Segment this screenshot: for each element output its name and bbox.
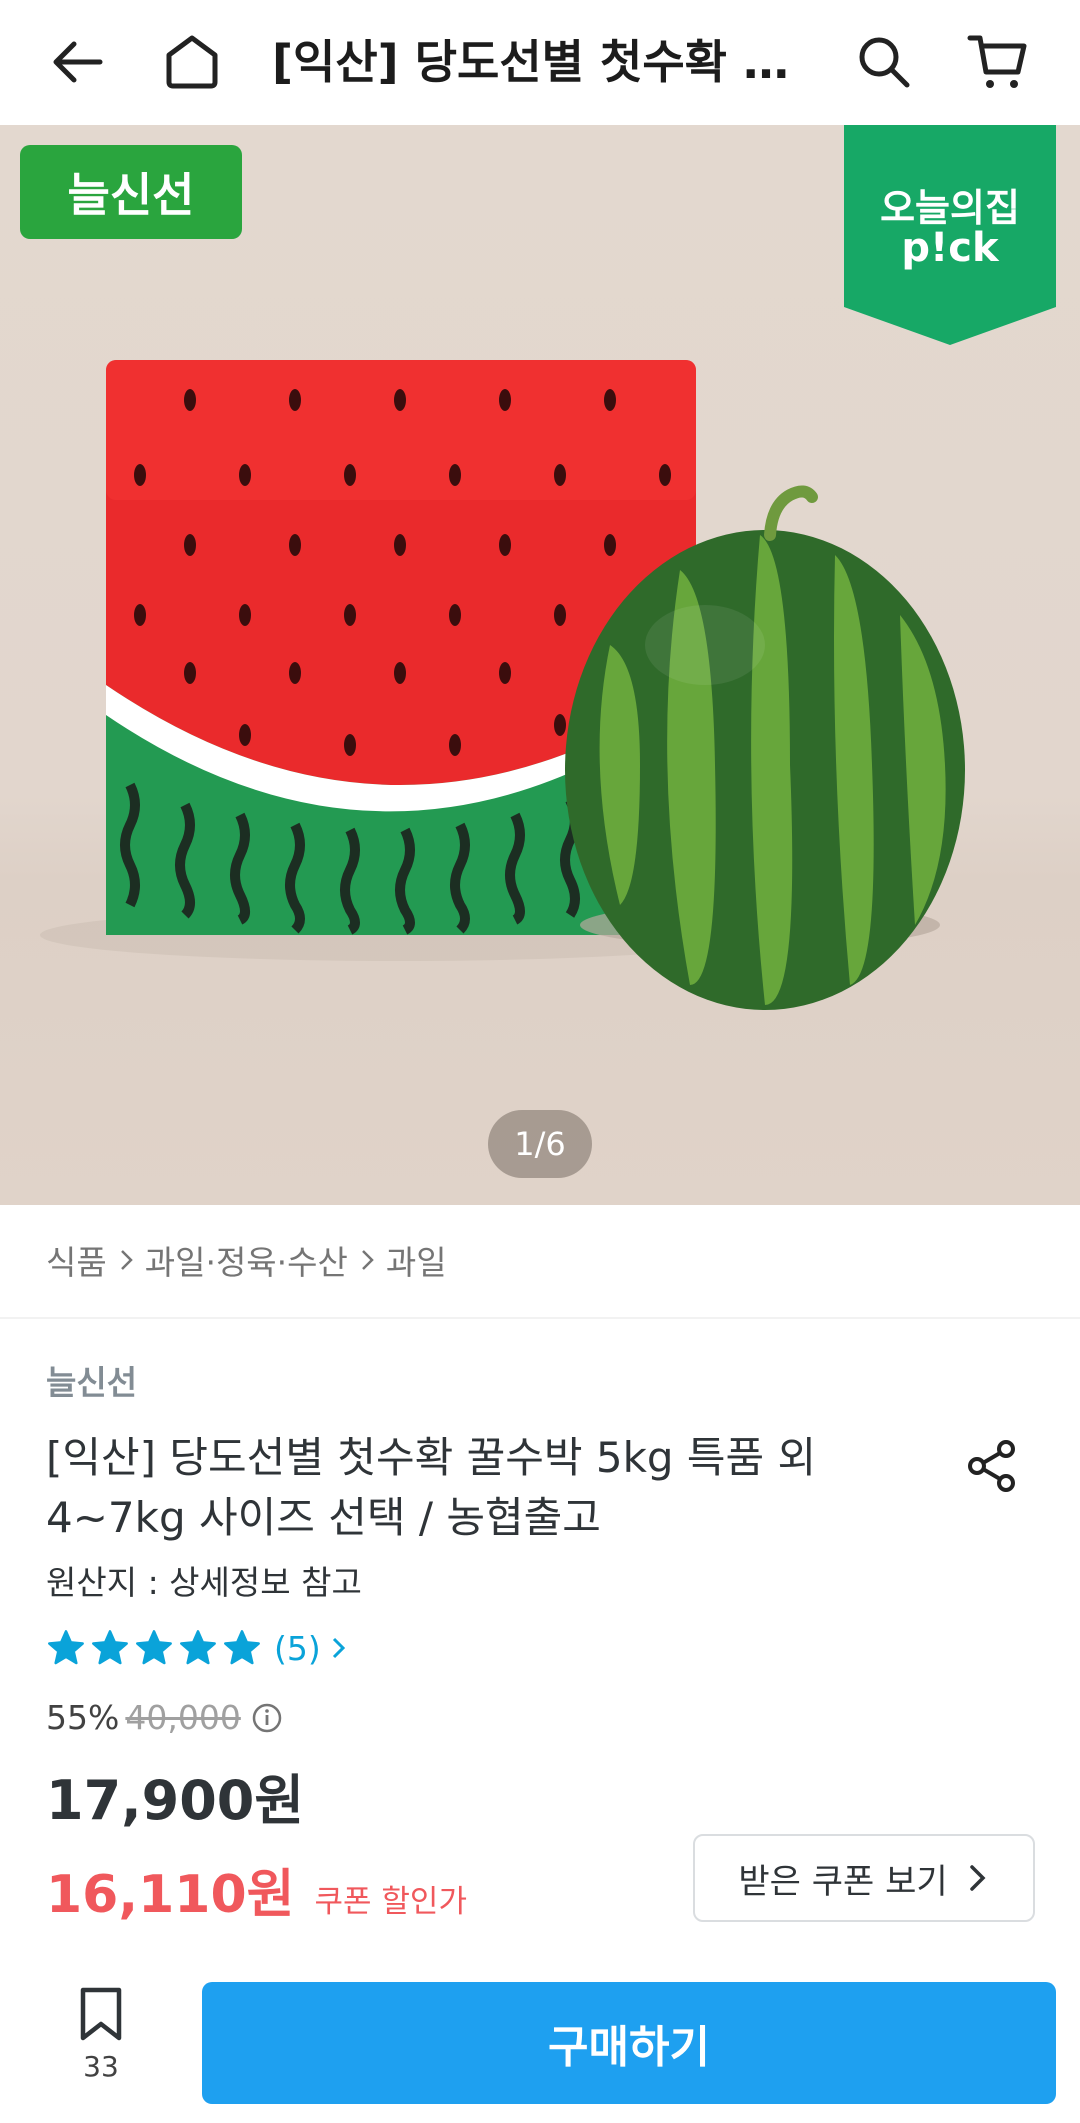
info-icon[interactable] bbox=[251, 1702, 283, 1734]
star-icon bbox=[180, 1630, 216, 1665]
page-title: [익산] 당도선별 첫수확 꿀… bbox=[272, 35, 802, 89]
pick-badge-line2: p!ck bbox=[901, 225, 999, 271]
breadcrumb-item-fruit[interactable]: 과일 bbox=[386, 1236, 447, 1284]
search-icon[interactable] bbox=[844, 22, 924, 102]
today-pick-badge: 오늘의집 p!ck bbox=[844, 125, 1056, 345]
fresh-badge: 늘신선 bbox=[20, 145, 242, 239]
chevron-right-icon bbox=[113, 1247, 139, 1273]
origin-info: 원산지 : 상세정보 참고 bbox=[46, 1563, 362, 1602]
star-icon bbox=[92, 1630, 128, 1665]
discount-rate: 55% bbox=[46, 1698, 120, 1737]
review-count[interactable]: (5) bbox=[274, 1629, 321, 1668]
star-icon bbox=[224, 1630, 260, 1665]
section-divider bbox=[0, 1317, 1080, 1319]
original-price: 40,000 bbox=[125, 1698, 241, 1737]
discount-line: 55% 40,000 bbox=[46, 1698, 283, 1737]
bookmark-icon bbox=[80, 1987, 122, 2041]
chevron-right-icon bbox=[354, 1247, 380, 1273]
star-icon bbox=[48, 1630, 84, 1665]
product-image-carousel[interactable]: 늘신선 오늘의집 p!ck 1/6 bbox=[0, 125, 1080, 1205]
bookmark-button[interactable]: 33 bbox=[60, 1986, 142, 2096]
star-rating bbox=[46, 1628, 262, 1668]
coupon-price-block: 16,110원 쿠폰 할인가 bbox=[46, 1852, 467, 1927]
home-icon[interactable] bbox=[152, 22, 232, 102]
top-app-bar: [익산] 당도선별 첫수확 꿀… bbox=[0, 0, 1080, 125]
coupon-price: 16,110원 bbox=[46, 1865, 295, 1925]
breadcrumb-item-fruit-meat-seafood[interactable]: 과일·정육·수산 bbox=[145, 1236, 348, 1284]
product-title: [익산] 당도선별 첫수확 꿀수박 5kg 특품 외 4~7kg 사이즈 선택 … bbox=[46, 1433, 817, 1542]
image-page-indicator: 1/6 bbox=[488, 1110, 592, 1178]
sale-price: 17,900원 bbox=[46, 1769, 305, 1832]
buy-button[interactable]: 구매하기 bbox=[202, 1982, 1056, 2104]
share-icon[interactable] bbox=[962, 1436, 1022, 1496]
coupon-price-label: 쿠폰 할인가 bbox=[314, 1884, 467, 1920]
breadcrumb-item-food[interactable]: 식품 bbox=[46, 1236, 107, 1284]
back-arrow-icon[interactable] bbox=[38, 22, 118, 102]
view-coupon-button[interactable]: 받은 쿠폰 보기 bbox=[693, 1834, 1035, 1922]
bookmark-count: 33 bbox=[83, 2050, 119, 2083]
pick-badge-line1: 오늘의집 bbox=[880, 186, 1020, 230]
rating-summary[interactable]: (5) bbox=[46, 1628, 351, 1668]
breadcrumb: 식품 과일·정육·수산 과일 bbox=[46, 1236, 447, 1284]
cart-icon[interactable] bbox=[958, 22, 1038, 102]
star-icon bbox=[136, 1630, 172, 1665]
chevron-right-icon bbox=[327, 1633, 351, 1663]
brand-name[interactable]: 늘신선 bbox=[46, 1356, 137, 1404]
view-coupon-label: 받은 쿠폰 보기 bbox=[738, 1861, 948, 1902]
chevron-right-icon bbox=[964, 1861, 990, 1895]
